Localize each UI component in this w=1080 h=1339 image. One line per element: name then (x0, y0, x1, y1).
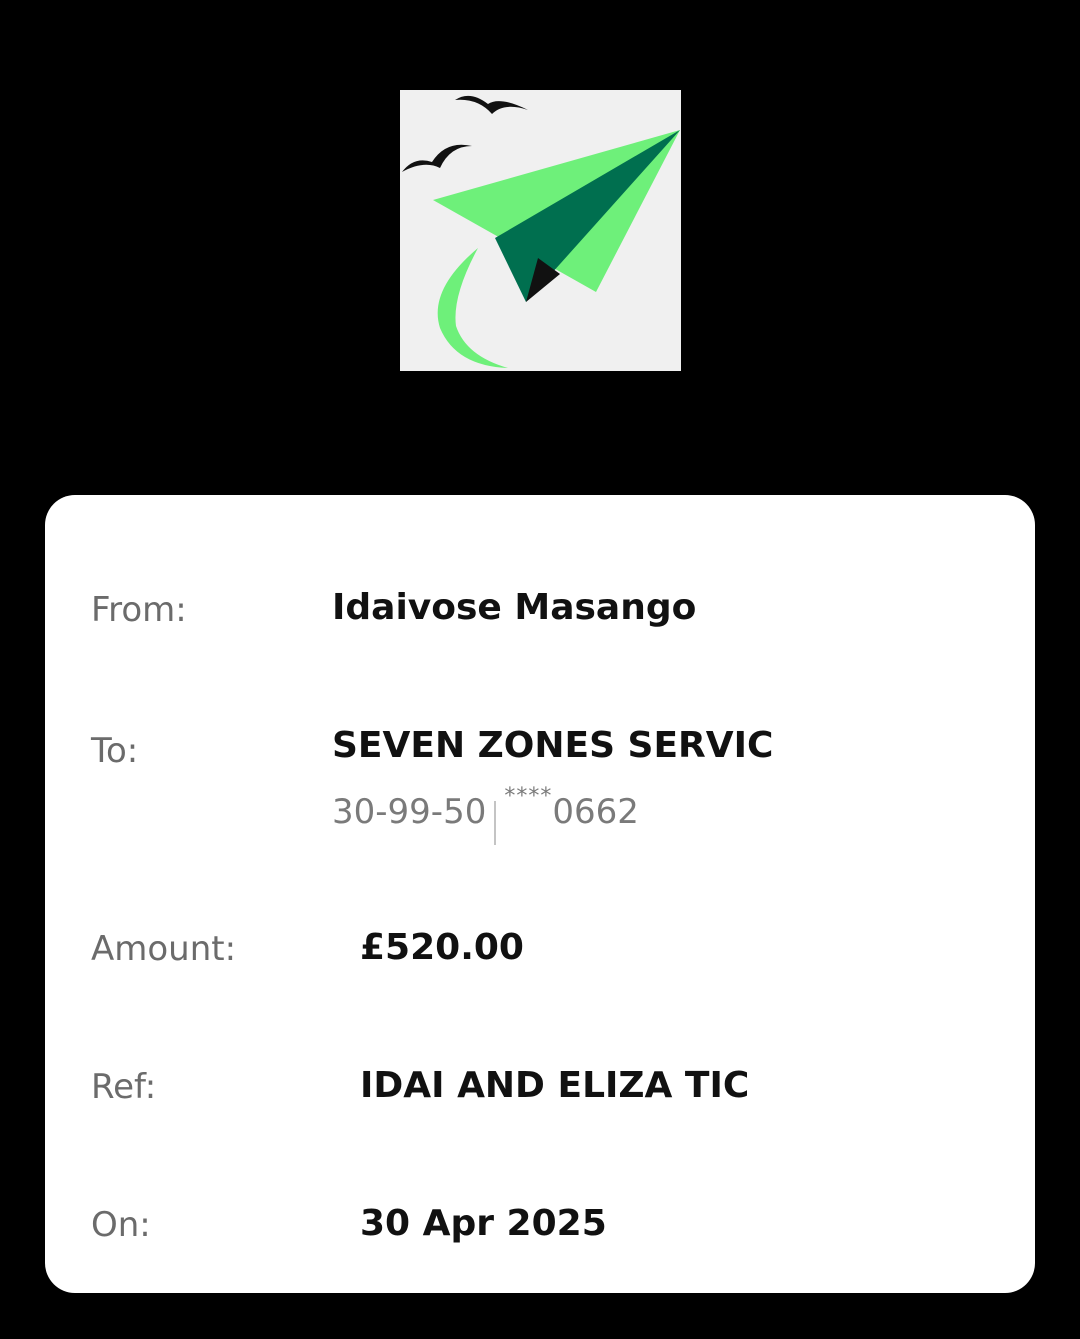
amount-value: £520.00 (360, 927, 524, 968)
from-value: Idaivose Masango (332, 587, 697, 628)
app-logo (400, 90, 681, 371)
to-label: To: (91, 731, 139, 771)
from-label: From: (91, 590, 187, 630)
ref-value: IDAI AND ELIZA TIC (360, 1065, 750, 1106)
transfer-details-card: From: Idaivose Masango To: SEVEN ZONES S… (45, 495, 1035, 1293)
account-mask: **** (504, 784, 553, 809)
divider (494, 801, 497, 845)
on-label: On: (91, 1205, 151, 1245)
account-last4: 0662 (552, 792, 639, 832)
on-value: 30 Apr 2025 (360, 1203, 607, 1244)
amount-label: Amount: (91, 929, 237, 969)
sort-code: 30-99-50 (332, 792, 487, 832)
paper-plane-icon (402, 95, 680, 368)
bird-icon (455, 95, 528, 114)
ref-label: Ref: (91, 1067, 157, 1107)
bird-icon (402, 144, 472, 172)
account-number: **** 0662 (504, 786, 639, 833)
to-value: SEVEN ZONES SERVIC (332, 725, 774, 766)
account-details: 30-99-50 **** 0662 (332, 786, 639, 845)
